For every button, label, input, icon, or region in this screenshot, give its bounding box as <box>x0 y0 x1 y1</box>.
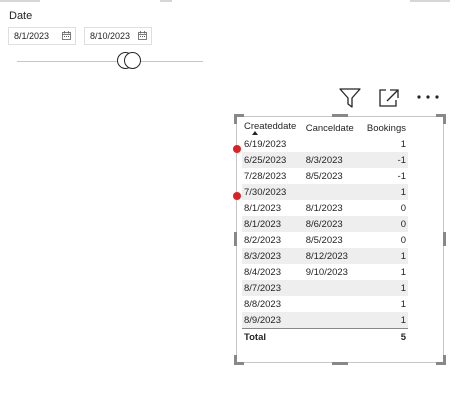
column-header-bookings[interactable]: Bookings <box>361 120 408 136</box>
end-date-field[interactable]: 8/10/2023 <box>84 27 152 45</box>
cell-canceldate <box>304 296 361 312</box>
resize-handle[interactable] <box>234 355 237 365</box>
table-row: 6/25/2023 8/3/2023 -1 <box>242 152 408 168</box>
cell-createddate: 8/1/2023 <box>244 202 281 214</box>
cell-canceldate: 8/12/2023 <box>303 248 361 264</box>
top-window-strip <box>0 0 474 6</box>
start-date-value: 8/1/2023 <box>14 31 50 41</box>
table-row: 8/9/2023 1 <box>242 312 408 329</box>
table-row: 7/30/2023 1 <box>242 184 408 200</box>
cell-createddate: 6/25/2023 <box>242 152 304 168</box>
cell-createddate: 8/3/2023 <box>242 248 304 264</box>
cell-createddate: 7/28/2023 <box>244 170 287 182</box>
cell-canceldate: 8/6/2023 <box>303 216 361 232</box>
resize-handle[interactable] <box>332 114 348 117</box>
row-marker-dot <box>233 145 241 153</box>
cell-createddate: 7/30/2023 <box>242 184 304 200</box>
total-label: Total <box>242 328 304 346</box>
cell-createddate: 8/8/2023 <box>244 298 281 310</box>
column-header-createddate[interactable]: Createddate <box>242 120 304 136</box>
more-options-icon[interactable] <box>416 94 440 100</box>
resize-handle[interactable] <box>443 355 446 365</box>
cell-canceldate: 8/5/2023 <box>305 170 343 182</box>
calendar-icon[interactable] <box>62 31 71 40</box>
cell-canceldate <box>303 280 361 296</box>
table-header-row: Createddate Canceldate Bookings <box>242 120 408 136</box>
date-range-slider-track[interactable] <box>17 61 203 62</box>
cell-bookings: 0 <box>360 216 408 232</box>
table-row: 7/28/2023 8/5/2023 -1 <box>242 168 408 184</box>
resize-handle[interactable] <box>234 114 237 124</box>
cell-canceldate <box>304 136 361 152</box>
resize-handle[interactable] <box>332 362 348 365</box>
data-table: Createddate Canceldate Bookings 6/19/202… <box>242 120 408 346</box>
top-strip-segment <box>160 0 172 2</box>
cell-bookings: 1 <box>360 184 408 200</box>
table-row: 8/1/2023 8/1/2023 0 <box>242 200 408 216</box>
row-marker-dot <box>233 192 241 200</box>
slicer-title: Date <box>9 10 33 22</box>
top-strip-segment <box>0 0 40 2</box>
table-visual[interactable]: Createddate Canceldate Bookings 6/19/202… <box>233 114 446 365</box>
start-date-field[interactable]: 8/1/2023 <box>8 27 76 45</box>
table-row: 6/19/2023 1 <box>242 136 408 152</box>
cell-createddate: 6/19/2023 <box>244 138 287 150</box>
resize-handle[interactable] <box>443 232 446 246</box>
table-row: 8/3/2023 8/12/2023 1 <box>242 248 408 264</box>
cell-bookings: 1 <box>360 312 408 329</box>
cell-createddate: 8/1/2023 <box>242 216 304 232</box>
focus-mode-icon[interactable] <box>378 88 400 108</box>
column-header-canceldate[interactable]: Canceldate <box>304 120 361 136</box>
cell-canceldate <box>303 184 361 200</box>
cell-canceldate <box>303 312 361 329</box>
total-empty-cell <box>303 328 361 346</box>
table-row: 8/8/2023 1 <box>242 296 408 312</box>
cell-bookings: 1 <box>400 266 406 278</box>
table-total-row: Total 5 <box>242 328 408 346</box>
cell-bookings: -1 <box>360 152 408 168</box>
cell-createddate: 8/2/2023 <box>244 234 281 246</box>
total-bookings: 5 <box>360 328 408 346</box>
cell-canceldate: 8/3/2023 <box>303 152 361 168</box>
cell-createddate: 8/9/2023 <box>242 312 304 329</box>
cell-canceldate: 9/10/2023 <box>305 266 348 278</box>
table-row: 8/4/2023 9/10/2023 1 <box>242 264 408 280</box>
cell-bookings: 1 <box>360 280 408 296</box>
table-row: 8/2/2023 8/5/2023 0 <box>242 232 408 248</box>
cell-bookings: 0 <box>400 202 406 214</box>
cell-bookings: 0 <box>400 234 406 246</box>
cell-canceldate: 8/1/2023 <box>305 202 343 214</box>
cell-createddate: 8/7/2023 <box>242 280 304 296</box>
sort-ascending-icon[interactable] <box>244 130 302 136</box>
slider-end-handle[interactable] <box>124 52 141 69</box>
top-strip-segment <box>410 0 450 2</box>
cell-canceldate: 8/5/2023 <box>305 234 343 246</box>
cell-bookings: 1 <box>400 298 406 310</box>
end-date-value: 8/10/2023 <box>90 31 131 41</box>
cell-createddate: 8/4/2023 <box>244 266 281 278</box>
resize-handle[interactable] <box>443 114 446 124</box>
resize-handle[interactable] <box>234 232 237 246</box>
calendar-icon[interactable] <box>138 31 147 40</box>
filter-icon[interactable] <box>339 88 361 108</box>
table-row: 8/7/2023 1 <box>242 280 408 296</box>
cell-bookings: 1 <box>400 138 406 150</box>
cell-bookings: -1 <box>397 170 406 182</box>
cell-bookings: 1 <box>360 248 408 264</box>
table-row: 8/1/2023 8/6/2023 0 <box>242 216 408 232</box>
